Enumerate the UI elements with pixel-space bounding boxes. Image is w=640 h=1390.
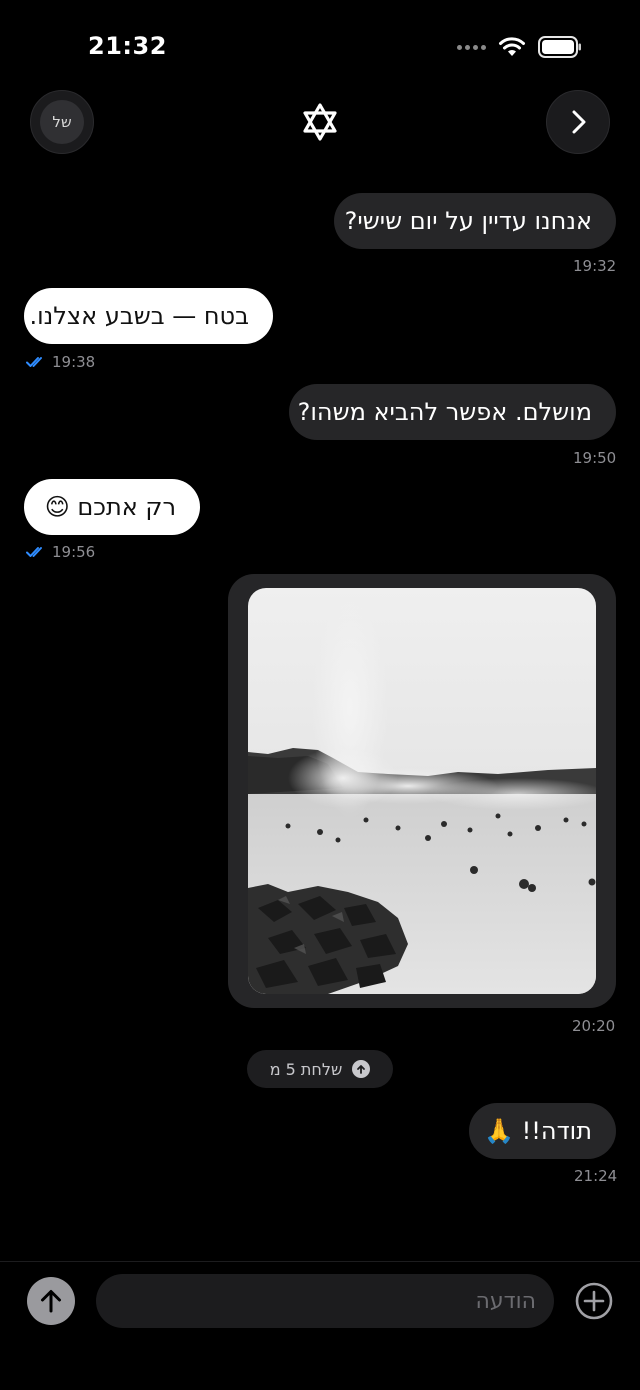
- signal-icon: [457, 44, 486, 50]
- message-text: רק אתכם 😊: [44, 493, 176, 521]
- battery-icon: [538, 36, 581, 58]
- wifi-icon: [499, 37, 525, 56]
- message-time: 19:50: [573, 449, 617, 467]
- message-bubble-incoming[interactable]: רק אתכם 😊: [24, 479, 200, 535]
- message-status: 19:38: [26, 353, 95, 371]
- sent-media-label: שלחת 5 מ: [269, 1059, 343, 1079]
- status-time: 21:32: [88, 32, 167, 60]
- send-button[interactable]: [27, 1277, 75, 1325]
- message-status: 19:56: [26, 543, 95, 561]
- composer-divider: [0, 1261, 640, 1262]
- photo-message[interactable]: [228, 574, 616, 1008]
- chevron-right-icon: [572, 110, 586, 134]
- message-bubble-outgoing[interactable]: מושלם. אפשר להביא משהו?: [289, 384, 616, 440]
- star-of-david-icon: [303, 103, 337, 141]
- arrow-up-icon: [41, 1290, 61, 1313]
- message-input[interactable]: [96, 1274, 554, 1328]
- double-check-icon: [26, 357, 42, 367]
- plus-circle-icon[interactable]: [574, 1281, 614, 1321]
- message-bubble-outgoing[interactable]: תודה!! 🙏: [469, 1103, 616, 1159]
- sent-media-pill[interactable]: שלחת 5 מ: [247, 1050, 393, 1088]
- arrow-up-icon: [352, 1060, 371, 1078]
- message-bubble-incoming[interactable]: בטח — בשבע אצלנו.: [24, 288, 273, 344]
- status-icons: [457, 36, 582, 58]
- message-bubble-outgoing[interactable]: אנחנו עדיין על יום שישי?: [334, 193, 616, 249]
- message-text: מושלם. אפשר להביא משהו?: [297, 398, 592, 426]
- message-time: 20:20: [572, 1017, 616, 1035]
- message-time: 21:24: [574, 1167, 618, 1185]
- avatar: של: [40, 100, 84, 144]
- photo-geothermal-lagoon[interactable]: [248, 588, 596, 994]
- message-text: בטח — בשבע אצלנו.: [29, 302, 249, 330]
- message-text: תודה!! 🙏: [484, 1117, 592, 1145]
- double-check-icon: [26, 547, 42, 557]
- message-time: 19:32: [573, 257, 617, 275]
- contact-avatar-button[interactable]: של: [30, 90, 94, 154]
- forward-button[interactable]: [546, 90, 610, 154]
- message-time: 19:56: [52, 543, 96, 561]
- message-time: 19:38: [52, 353, 96, 371]
- message-text: אנחנו עדיין על יום שישי?: [344, 207, 592, 235]
